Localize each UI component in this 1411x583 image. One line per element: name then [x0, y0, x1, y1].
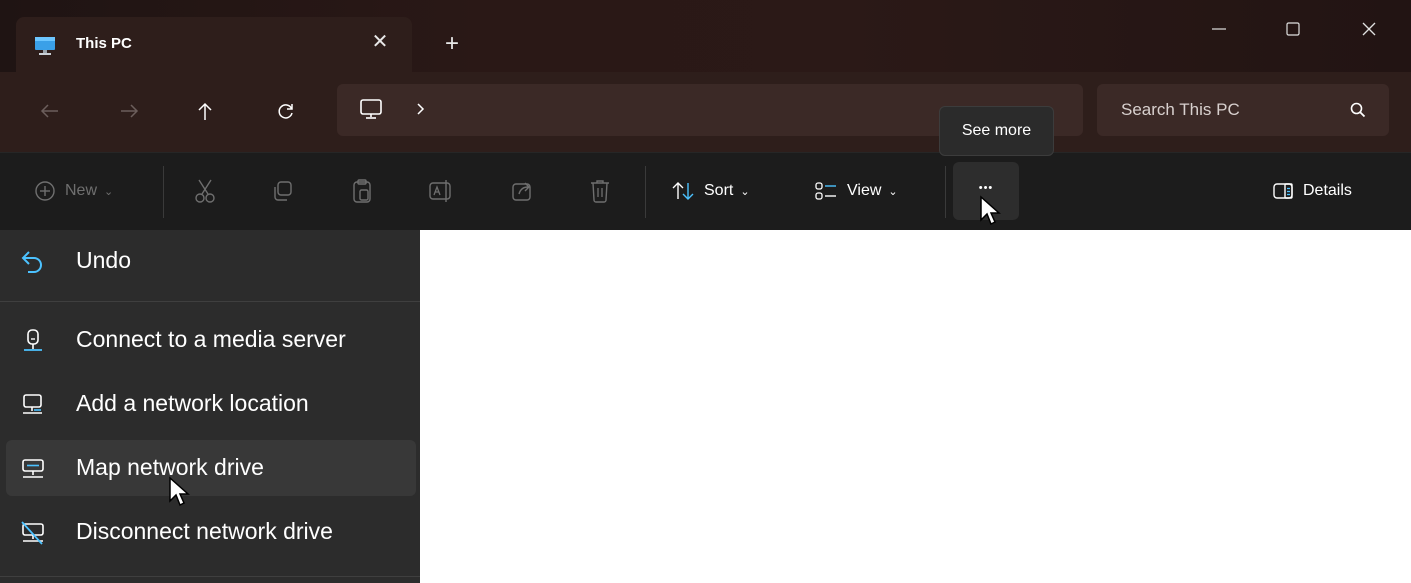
refresh-icon [278, 104, 293, 119]
sort-button[interactable]: Sort ⌄ [671, 152, 750, 230]
more-dots-icon: ••• [978, 182, 994, 194]
menu-item-label: Disconnect network drive [76, 518, 333, 544]
arrow-right-icon [121, 104, 139, 118]
menu-separator [0, 576, 420, 577]
refresh-button[interactable] [268, 93, 304, 129]
see-more-tooltip: See more [939, 106, 1054, 156]
chevron-down-icon: ⌄ [104, 185, 114, 198]
arrow-left-icon [40, 104, 58, 118]
maximize-icon [1286, 22, 1300, 36]
cut-button[interactable] [193, 152, 217, 230]
network-location-icon [20, 392, 46, 418]
undo-icon [20, 249, 46, 275]
separator [945, 166, 946, 218]
monitor-icon [34, 36, 55, 55]
rename-icon [429, 180, 451, 202]
menu-separator [0, 301, 420, 302]
file-explorer-window: This PC ✕ + Search This PC See more New … [0, 0, 1411, 583]
close-icon [1362, 22, 1376, 36]
menu-item-disconnect-network-drive[interactable]: Disconnect network drive [6, 504, 416, 560]
paste-button[interactable] [350, 152, 374, 230]
media-server-icon [20, 328, 46, 354]
new-tab-button[interactable]: + [438, 30, 466, 58]
menu-item-label: Add a network location [76, 390, 309, 416]
mouse-pointer-icon [169, 476, 190, 507]
back-button[interactable] [32, 93, 68, 129]
up-button[interactable] [187, 93, 223, 129]
view-list-icon [815, 182, 836, 200]
cut-icon [195, 179, 215, 203]
separator [645, 166, 646, 218]
forward-button[interactable] [111, 93, 147, 129]
copy-button[interactable] [270, 152, 294, 230]
add-circle-icon [35, 181, 55, 201]
close-window-button[interactable] [1349, 12, 1389, 48]
maximize-button[interactable] [1273, 12, 1313, 48]
disconnect-drive-icon [20, 520, 46, 546]
map-drive-icon [20, 456, 46, 482]
new-button-label: New [65, 182, 98, 199]
search-icon[interactable] [1349, 101, 1367, 124]
sort-icon [672, 182, 694, 200]
delete-icon [591, 180, 609, 203]
chevron-down-icon: ⌄ [740, 185, 750, 198]
copy-icon [274, 181, 292, 201]
chevron-down-icon: ⌄ [888, 185, 898, 198]
sort-button-label: Sort [704, 182, 734, 199]
menu-item-label: Undo [76, 247, 131, 273]
tab-title: This PC [76, 35, 132, 52]
title-bar: This PC ✕ + [0, 0, 1411, 72]
tab-this-pc[interactable]: This PC ✕ [16, 17, 412, 72]
breadcrumb-chevron-icon[interactable] [415, 101, 427, 122]
mouse-pointer-icon [980, 195, 1001, 226]
separator [163, 166, 164, 218]
menu-item-connect-media-server[interactable]: Connect to a media server [6, 312, 416, 368]
details-pane-icon [1273, 183, 1293, 199]
menu-item-label: Connect to a media server [76, 326, 346, 352]
menu-item-add-network-location[interactable]: Add a network location [6, 376, 416, 432]
delete-button[interactable] [588, 152, 612, 230]
rename-button[interactable] [428, 152, 454, 230]
paste-icon [353, 179, 371, 203]
view-button[interactable]: View ⌄ [814, 152, 898, 230]
share-icon [512, 182, 531, 201]
menu-item-undo[interactable]: Undo [6, 233, 416, 289]
details-button[interactable]: Details [1272, 152, 1352, 230]
details-button-label: Details [1303, 182, 1352, 199]
minimize-button[interactable] [1199, 12, 1239, 48]
share-button[interactable] [510, 152, 534, 230]
search-input[interactable]: Search This PC [1121, 100, 1240, 120]
minimize-icon [1212, 28, 1226, 30]
search-box[interactable]: Search This PC [1097, 84, 1389, 136]
pc-icon[interactable] [359, 98, 383, 125]
menu-item-map-network-drive[interactable]: Map network drive [6, 440, 416, 496]
tab-close-icon[interactable]: ✕ [368, 29, 392, 55]
view-button-label: View [847, 182, 882, 199]
arrow-up-icon [198, 102, 212, 120]
navigation-bar: Search This PC [0, 72, 1411, 152]
new-button[interactable]: New ⌄ [34, 152, 113, 230]
see-more-menu: Undo Connect to a media server Add a net… [0, 230, 420, 583]
